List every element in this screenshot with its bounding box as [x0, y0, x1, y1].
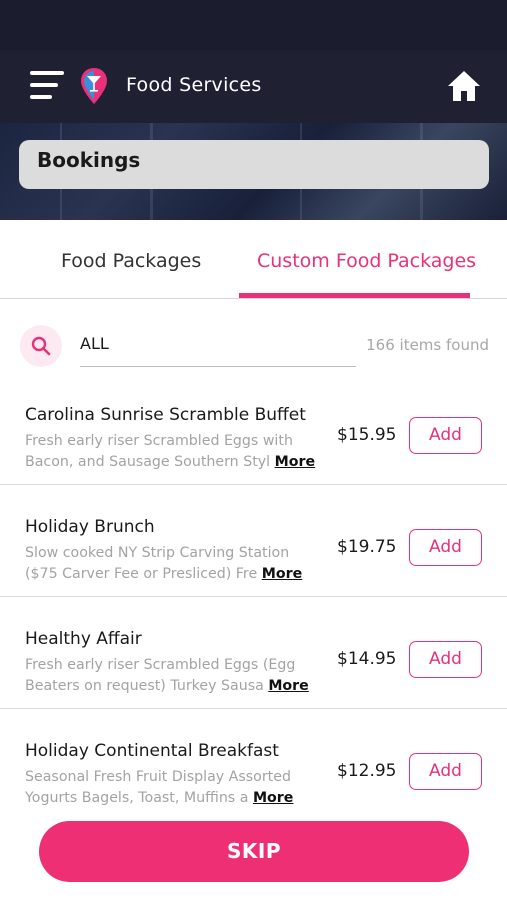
skip-button[interactable]: SKIP	[39, 821, 469, 882]
item-desc-text: Bacon, and Sausage Southern Styl	[25, 454, 271, 470]
item-desc-line-1: Fresh early riser Scrambled Eggs with	[25, 433, 293, 449]
item-description: Slow cooked NY Strip Carving Station ($7…	[25, 543, 325, 585]
status-bar	[0, 0, 507, 50]
tab-custom-food-packages[interactable]: Custom Food Packages	[257, 250, 476, 272]
add-button[interactable]: Add	[409, 641, 482, 678]
item-name: Carolina Sunrise Scramble Buffet	[25, 405, 306, 425]
item-desc-line-1: Fresh early riser Scrambled Eggs (Egg	[25, 657, 296, 673]
item-desc-line-2: Yogurts Bagels, Toast, Muffins a More	[25, 788, 325, 809]
search-button[interactable]	[20, 325, 62, 367]
active-tab-indicator	[239, 293, 470, 298]
item-description: Fresh early riser Scrambled Eggs (Egg Be…	[25, 655, 325, 697]
list-item: Holiday Continental Breakfast Seasonal F…	[0, 709, 507, 821]
cocktail-pin-logo-icon	[81, 68, 107, 104]
tab-food-packages[interactable]: Food Packages	[61, 250, 201, 272]
add-button[interactable]: Add	[409, 529, 482, 566]
add-button[interactable]: Add	[409, 417, 482, 454]
list-item: Carolina Sunrise Scramble Buffet Fresh e…	[0, 373, 507, 485]
item-desc-text: Yogurts Bagels, Toast, Muffins a	[25, 790, 249, 806]
hamburger-menu-icon[interactable]	[30, 71, 64, 101]
food-package-list: Carolina Sunrise Scramble Buffet Fresh e…	[0, 373, 507, 821]
item-description: Seasonal Fresh Fruit Display Assorted Yo…	[25, 767, 325, 809]
app-title: Food Services	[126, 74, 262, 96]
item-price: $14.95	[337, 649, 397, 669]
item-price: $19.75	[337, 537, 397, 557]
list-item: Healthy Affair Fresh early riser Scrambl…	[0, 597, 507, 709]
bookings-field[interactable]: Bookings	[19, 140, 489, 189]
item-desc-text: Beaters on request) Turkey Sausa	[25, 678, 264, 694]
search-icon	[31, 336, 51, 356]
item-name: Holiday Brunch	[25, 517, 155, 537]
item-desc-text: ($75 Carver Fee or Presliced) Fre	[25, 566, 258, 582]
item-desc-line-2: Bacon, and Sausage Southern Styl More	[25, 452, 325, 473]
more-link[interactable]: More	[262, 566, 302, 582]
list-item: Holiday Brunch Slow cooked NY Strip Carv…	[0, 485, 507, 597]
more-link[interactable]: More	[275, 454, 315, 470]
item-desc-line-1: Slow cooked NY Strip Carving Station	[25, 545, 290, 561]
item-description: Fresh early riser Scrambled Eggs with Ba…	[25, 431, 325, 473]
item-price: $15.95	[337, 425, 397, 445]
items-found-count: 166 items found	[366, 336, 489, 354]
item-name: Healthy Affair	[25, 629, 142, 649]
more-link[interactable]: More	[253, 790, 293, 806]
item-desc-line-2: Beaters on request) Turkey Sausa More	[25, 676, 325, 697]
item-desc-line-2: ($75 Carver Fee or Presliced) Fre More	[25, 564, 325, 585]
more-link[interactable]: More	[268, 678, 308, 694]
add-button[interactable]: Add	[409, 753, 482, 790]
item-name: Holiday Continental Breakfast	[25, 741, 279, 761]
app-header: Food Services	[0, 50, 507, 123]
banner: Bookings	[0, 123, 507, 220]
tab-bar: Food Packages Custom Food Packages	[0, 220, 507, 299]
item-desc-line-1: Seasonal Fresh Fruit Display Assorted	[25, 769, 291, 785]
search-input[interactable]	[80, 329, 356, 367]
item-price: $12.95	[337, 761, 397, 781]
home-icon[interactable]	[446, 69, 482, 103]
